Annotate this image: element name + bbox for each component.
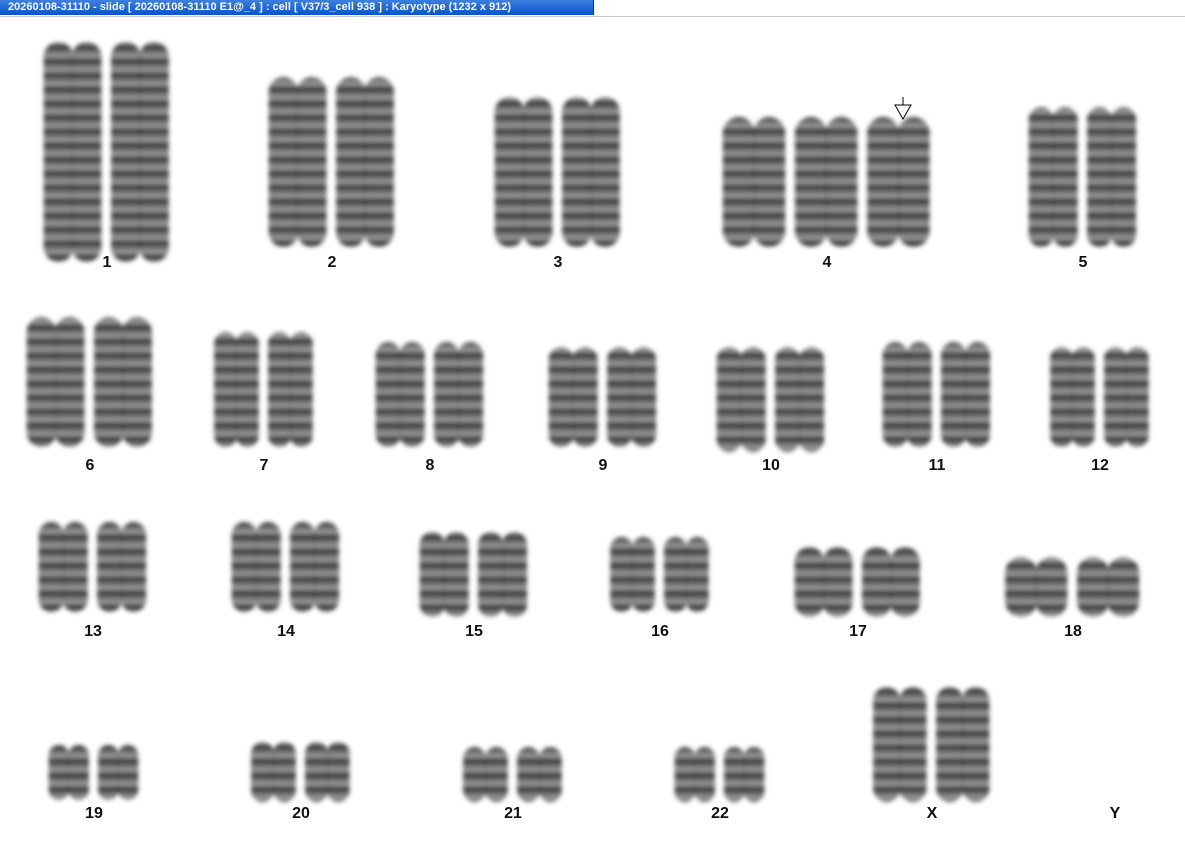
chromosome-16-1	[610, 537, 655, 612]
chromosome-17-2	[862, 547, 920, 617]
chromosome-17-1	[794, 547, 853, 617]
chromosome-label-12: 12	[1091, 457, 1109, 474]
chromosome-4-3	[867, 117, 930, 247]
chromosome-7-2	[268, 332, 313, 447]
chromosome-10-1	[716, 347, 766, 452]
chromosome-label-8: 8	[425, 457, 435, 474]
chromosome-19-2	[98, 745, 139, 800]
chromosome-14-1	[231, 522, 281, 612]
chromosome-label-22: 22	[711, 805, 729, 822]
chromosome-19-1	[48, 745, 89, 800]
chromosome-label-21: 21	[504, 805, 522, 822]
chromosome-11-2	[941, 342, 991, 447]
chromosome-10-2	[775, 347, 825, 452]
chromosome-9-1	[548, 347, 598, 447]
chromosome-label-15: 15	[465, 623, 483, 640]
chromosome-x-1	[873, 687, 927, 802]
chromosome-15-2	[478, 532, 528, 617]
chromosome-label-7: 7	[259, 457, 269, 474]
chromosome-14-2	[290, 522, 340, 612]
chromosome-label-2: 2	[327, 254, 337, 271]
chromosome-11-1	[882, 342, 932, 447]
chromosome-label-5: 5	[1078, 254, 1088, 271]
chromosome-x-2	[936, 687, 990, 802]
chromosome-9-2	[607, 347, 657, 447]
chromosome-6-2	[94, 317, 152, 447]
chromosome-3-1	[494, 97, 553, 247]
chromosome-label-y: Y	[1109, 805, 1121, 822]
chromosome-20-2	[305, 742, 350, 802]
chromosome-4-1	[722, 117, 786, 247]
chromosome-8-1	[375, 342, 425, 447]
chromosome-16-2	[664, 537, 709, 612]
chromosome-label-4: 4	[822, 254, 832, 271]
chromosome-label-19: 19	[85, 805, 103, 822]
chromosome-label-20: 20	[292, 805, 310, 822]
chromosome-21-2	[517, 747, 562, 802]
chromosome-12-1	[1050, 347, 1095, 447]
chromosome-12-2	[1104, 347, 1149, 447]
chromosome-label-x: X	[926, 805, 938, 822]
karyotype-canvas[interactable]: 1 2 3 4 5 6 7 8 9 10 11 12 13 14 15 16 17 18 19 20 21 22 X Y	[0, 17, 1185, 849]
chromosome-21-1	[463, 747, 508, 802]
chromosome-5-2	[1087, 107, 1137, 247]
chromosome-22-1	[674, 747, 715, 802]
chromosome-20-1	[251, 742, 296, 802]
chromosome-label-16: 16	[651, 623, 669, 640]
chromosome-images	[26, 42, 1149, 802]
title-bar-active: 20260108-31110 - slide [ 20260108-31110 …	[0, 0, 594, 15]
chromosome-15-1	[419, 532, 469, 617]
chromosome-1-1	[43, 42, 102, 262]
title-bar[interactable]: 20260108-31110 - slide [ 20260108-31110 …	[0, 0, 1185, 17]
marker-arrow-icon	[894, 97, 912, 121]
chromosome-13-2	[97, 522, 147, 612]
chromosome-label-11: 11	[928, 457, 946, 474]
chromosome-18-1	[1005, 557, 1068, 617]
chromosome-4-2	[794, 117, 858, 247]
chromosome-2-2	[336, 77, 394, 247]
chromosome-3-2	[562, 97, 620, 247]
chromosome-label-9: 9	[598, 457, 608, 474]
chromosome-8-2	[434, 342, 484, 447]
chromosome-label-18: 18	[1064, 623, 1082, 640]
chromosome-1-2	[111, 42, 169, 262]
chromosome-7-1	[214, 332, 259, 447]
chromosome-13-1	[38, 522, 88, 612]
chromosome-label-3: 3	[553, 254, 563, 271]
chromosome-5-1	[1028, 107, 1078, 247]
chromosome-label-1: 1	[102, 254, 112, 271]
chromosome-18-2	[1077, 557, 1140, 617]
chromosome-label-17: 17	[849, 623, 867, 640]
window-title: 20260108-31110 - slide [ 20260108-31110 …	[8, 1, 512, 13]
chromosome-label-14: 14	[277, 623, 295, 640]
chromosome-22-2	[724, 747, 765, 802]
chromosome-label-6: 6	[85, 457, 95, 474]
chromosome-label-10: 10	[762, 457, 780, 474]
chromosome-2-1	[268, 77, 327, 247]
chromosome-6-1	[26, 317, 85, 447]
chromosome-label-13: 13	[84, 623, 102, 640]
